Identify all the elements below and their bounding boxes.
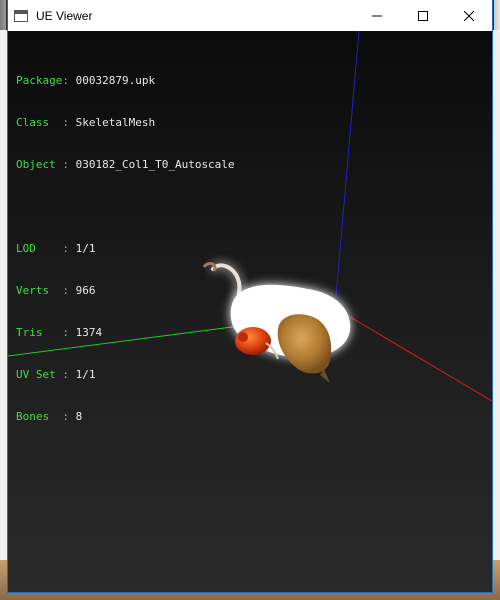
title-bar[interactable]: UE Viewer: [8, 0, 492, 31]
lod-row: LOD : 1/1: [16, 242, 235, 256]
maximize-button[interactable]: [400, 0, 446, 31]
caption-buttons: [354, 0, 492, 31]
window-title: UE Viewer: [36, 8, 93, 23]
class-value: SkeletalMesh: [75, 116, 156, 129]
class-label: Class :: [16, 116, 69, 129]
verts-label: Verts :: [16, 284, 69, 297]
axis-z-line: [334, 31, 360, 309]
bones-label: Bones :: [16, 410, 69, 423]
uvset-value: 1/1: [75, 368, 96, 381]
minimize-button[interactable]: [354, 0, 400, 31]
tris-label: Tris :: [16, 326, 69, 339]
mesh-info-panel: Package: 00032879.upk Class : SkeletalMe…: [16, 46, 235, 452]
background-window-right: [492, 30, 500, 560]
verts-row: Verts : 966: [16, 284, 235, 298]
minimize-icon: [372, 15, 382, 16]
axis-x-line: [334, 307, 492, 402]
background-window-left: [0, 30, 8, 560]
close-icon: [464, 10, 474, 21]
app-window-icon: [14, 9, 28, 22]
package-value: 00032879.upk: [75, 74, 156, 87]
info-spacer: [16, 200, 235, 214]
class-row: Class : SkeletalMesh: [16, 116, 235, 130]
package-label: Package:: [16, 74, 69, 87]
3d-viewport[interactable]: Package: 00032879.upk Class : SkeletalMe…: [8, 31, 492, 592]
package-row: Package: 00032879.upk: [16, 74, 235, 88]
bones-row: Bones : 8: [16, 410, 235, 424]
object-label: Object :: [16, 158, 69, 171]
object-value: 030182_Col1_T0_Autoscale: [75, 158, 235, 171]
bones-value: 8: [75, 410, 83, 423]
ue-viewer-window: UE Viewer Package: 00032879.upk Class: …: [8, 0, 492, 592]
object-row: Object : 030182_Col1_T0_Autoscale: [16, 158, 235, 172]
uvset-row: UV Set : 1/1: [16, 368, 235, 382]
tris-value: 1374: [75, 326, 103, 339]
maximize-icon: [418, 10, 428, 21]
close-button[interactable]: [446, 0, 492, 31]
lod-value: 1/1: [75, 242, 96, 255]
verts-value: 966: [75, 284, 96, 297]
tris-row: Tris : 1374: [16, 326, 235, 340]
lod-label: LOD :: [16, 242, 69, 255]
uvset-label: UV Set :: [16, 368, 69, 381]
